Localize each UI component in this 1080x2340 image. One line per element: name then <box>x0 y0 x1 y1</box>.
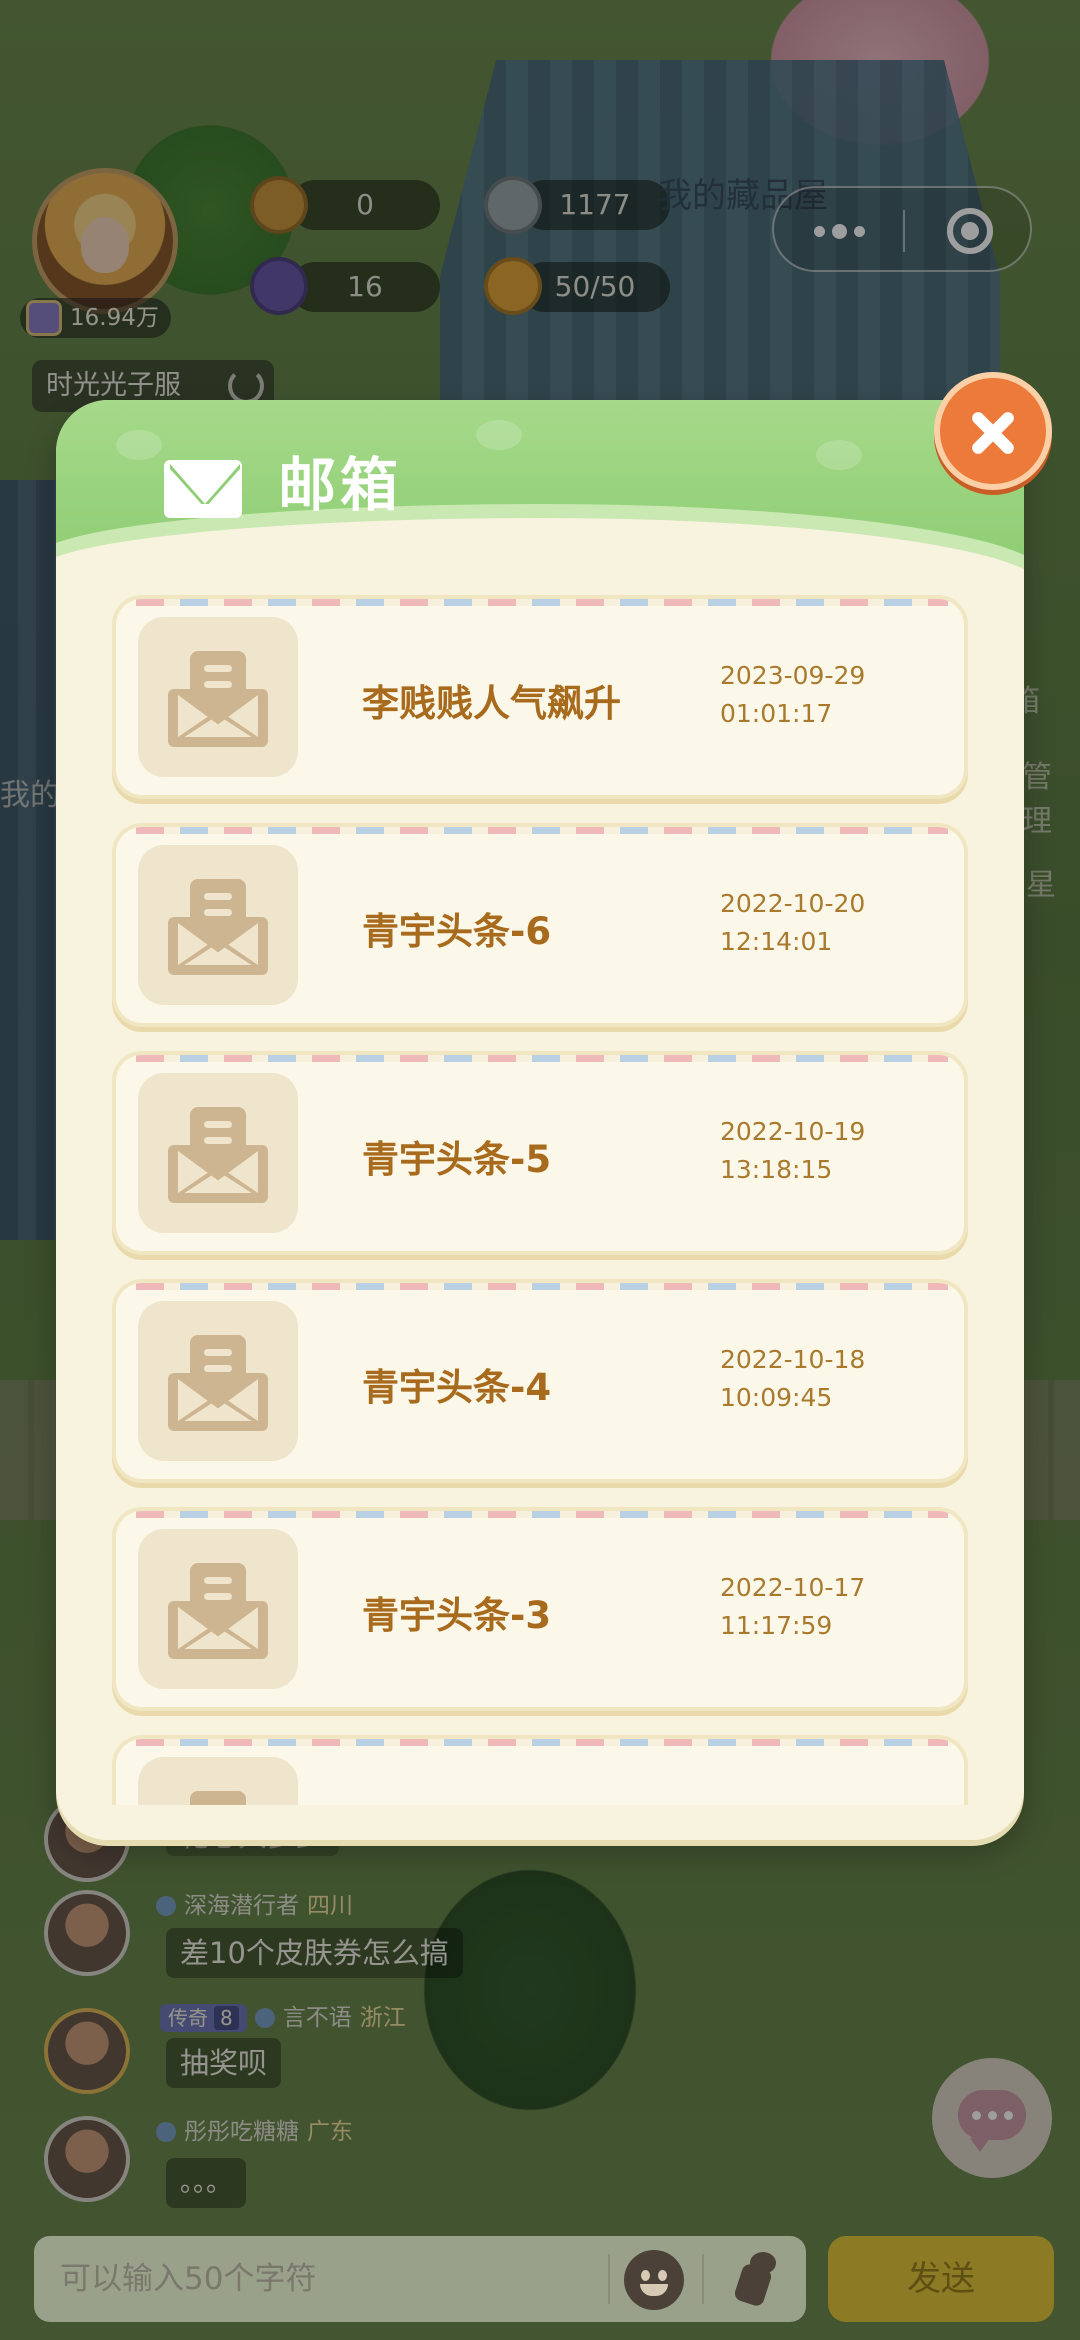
airmail-stripe <box>136 1511 948 1518</box>
send-button[interactable]: 发送 <box>828 2236 1054 2322</box>
open-envelope-icon <box>138 1529 298 1689</box>
open-envelope-icon <box>138 1073 298 1233</box>
mail-item[interactable]: 青宇头条-3 2022-10-17 11:17:59 <box>112 1507 968 1711</box>
input-divider <box>608 2254 610 2304</box>
mail-time: 10:09:45 <box>720 1383 833 1412</box>
mail-time: 01:01:17 <box>720 699 833 728</box>
airmail-stripe <box>136 1055 948 1062</box>
modal-header: 邮箱 <box>56 400 1024 608</box>
mail-time: 11:17:59 <box>720 1611 833 1640</box>
mail-date: 2022-10-20 <box>720 889 866 918</box>
mail-date: 2022-10-18 <box>720 1345 866 1374</box>
mail-date: 2022-10-19 <box>720 1117 866 1146</box>
mail-time: 12:14:01 <box>720 927 833 956</box>
close-button[interactable] <box>934 372 1052 490</box>
open-envelope-icon <box>138 1757 298 1805</box>
open-envelope-icon <box>138 617 298 777</box>
mail-subject: 青宇头条-3 <box>362 1594 552 1637</box>
mail-item[interactable]: 李贱贱人气飙升 2023-09-29 01:01:17 <box>112 595 968 799</box>
input-divider <box>702 2254 704 2304</box>
mail-date: 2023-09-29 <box>720 661 866 690</box>
open-envelope-icon <box>138 1301 298 1461</box>
chat-input-bar <box>34 2236 806 2322</box>
decor-leaf <box>116 430 162 460</box>
mail-item[interactable]: 青宇头条-4 2022-10-18 10:09:45 <box>112 1279 968 1483</box>
mailbox-modal: 邮箱 李贱贱人气飙升 2023-09-29 01:01:17 青宇头条-6 20… <box>56 400 1024 1840</box>
mail-item[interactable]: 青宇头条-6 2022-10-20 12:14:01 <box>112 823 968 1027</box>
mail-subject: 青宇头条-6 <box>362 910 552 953</box>
envelope-icon <box>164 460 242 518</box>
mail-list[interactable]: 李贱贱人气飙升 2023-09-29 01:01:17 青宇头条-6 2022-… <box>112 595 968 1805</box>
mail-timestamp: 2022-10-19 13:18:15 <box>720 1113 865 1189</box>
mail-subject: 青宇头条-4 <box>362 1366 552 1409</box>
gift-icon[interactable] <box>720 2248 784 2312</box>
mail-subject: 青宇头条-5 <box>362 1138 552 1181</box>
mail-timestamp: 2023-09-29 01:01:17 <box>720 657 865 733</box>
chat-input[interactable] <box>34 2236 594 2322</box>
airmail-stripe <box>136 827 948 834</box>
emoji-icon[interactable] <box>624 2250 684 2310</box>
decor-leaf <box>476 420 522 450</box>
mail-time: 13:18:15 <box>720 1155 833 1184</box>
modal-title: 邮箱 <box>278 451 403 519</box>
decor-leaf <box>816 440 862 470</box>
mail-item[interactable]: 青宇头条-5 2022-10-19 13:18:15 <box>112 1051 968 1255</box>
airmail-stripe <box>136 1739 948 1746</box>
mail-subject: 李贱贱人气飙升 <box>362 682 621 725</box>
mail-timestamp: 2022-10-20 12:14:01 <box>720 885 865 961</box>
airmail-stripe <box>136 599 948 606</box>
open-envelope-icon <box>138 845 298 1005</box>
mail-item[interactable] <box>112 1735 968 1805</box>
mail-date: 2022-10-17 <box>720 1573 866 1602</box>
mail-timestamp: 2022-10-18 10:09:45 <box>720 1341 865 1417</box>
airmail-stripe <box>136 1283 948 1290</box>
mail-timestamp: 2022-10-17 11:17:59 <box>720 1569 865 1645</box>
